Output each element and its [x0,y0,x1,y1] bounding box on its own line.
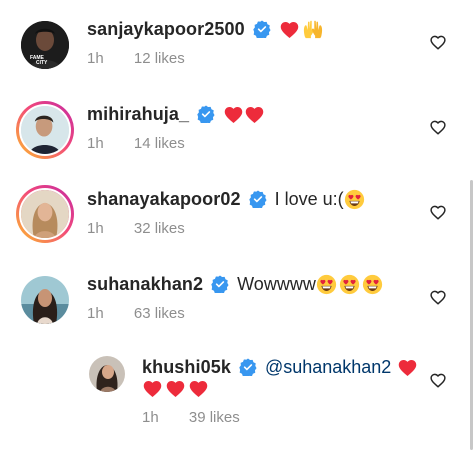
comment-time: 1h [87,135,104,152]
mention-link[interactable]: @suhanakhan2 [265,356,391,378]
username[interactable]: shanayakapoor02 [87,188,241,210]
comment-time: 1h [87,305,104,322]
red-heart-emoji [244,104,265,124]
heart-eyes-emoji [362,274,383,295]
username[interactable]: mihirahuja_ [87,103,189,125]
comment-item: mihirahuja_ 1h 14 likes [0,85,475,170]
verified-badge-icon [253,20,271,38]
red-heart-emoji [165,378,186,398]
comment-meta: 1h 32 likes [87,220,185,237]
like-heart-icon[interactable] [429,372,447,388]
likes-count[interactable]: 39 likes [189,409,240,426]
avatar-image [19,104,71,156]
comment-line: suhanakhan2 Wowwww [87,273,383,295]
like-heart-icon[interactable] [429,34,447,50]
comment-meta: 1h 63 likes [87,305,185,322]
avatar-image [21,276,69,324]
red-heart-emoji [397,357,418,377]
like-heart-icon[interactable] [429,119,447,135]
comment-text: Wowwww [237,274,316,294]
avatar[interactable] [16,101,74,159]
comment-time: 1h [87,220,104,237]
comment-item: FAME CITY sanjaykapoor2500 1h 12 likes [0,0,475,85]
red-heart-emoji [279,19,300,39]
red-heart-emoji [223,104,244,124]
scrollbar[interactable] [470,180,473,450]
heart-eyes-emoji [344,189,365,210]
like-heart-icon[interactable] [429,204,447,220]
comment-line: mihirahuja_ [87,103,265,125]
raised-hands-emoji [302,18,324,40]
comment-line: sanjaykapoor2500 [87,18,324,40]
likes-count[interactable]: 14 likes [134,135,185,152]
reply-item: khushi05k @suhanakhan2 1h 39 likes [0,340,475,450]
avatar[interactable] [21,276,69,324]
avatar[interactable]: FAME CITY [21,21,69,69]
comment-item: suhanakhan2 Wowwww 1h 63 likes [0,255,475,340]
comment-item: shanayakapoor02 I love u:( 1h 32 likes [0,170,475,255]
reply-line: khushi05k @suhanakhan2 [142,356,418,378]
avatar[interactable] [16,185,74,243]
red-heart-emoji [188,378,209,398]
avatar-image: FAME CITY [21,21,69,69]
verified-badge-icon [239,358,257,376]
red-heart-emoji [142,378,163,398]
reply-line-continued [142,378,209,398]
likes-count[interactable]: 32 likes [134,220,185,237]
comment-time: 1h [87,50,104,67]
verified-badge-icon [197,105,215,123]
reply-meta: 1h 39 likes [142,409,240,426]
likes-count[interactable]: 63 likes [134,305,185,322]
comment-line: shanayakapoor02 I love u:( [87,188,365,210]
avatar-image [19,188,71,240]
comment-text: I love u:( [274,189,344,209]
username[interactable]: sanjaykapoor2500 [87,18,245,40]
username[interactable]: suhanakhan2 [87,273,203,295]
avatar[interactable] [89,356,125,392]
comment-time: 1h [142,409,159,426]
like-heart-icon[interactable] [429,289,447,305]
heart-eyes-emoji [316,274,337,295]
verified-badge-icon [249,190,267,208]
username[interactable]: khushi05k [142,356,231,378]
comment-meta: 1h 14 likes [87,135,185,152]
verified-badge-icon [211,275,229,293]
avatar-city-text: CITY [36,60,48,66]
likes-count[interactable]: 12 likes [134,50,185,67]
comment-meta: 1h 12 likes [87,50,185,67]
heart-eyes-emoji [339,274,360,295]
avatar-image [89,356,125,392]
